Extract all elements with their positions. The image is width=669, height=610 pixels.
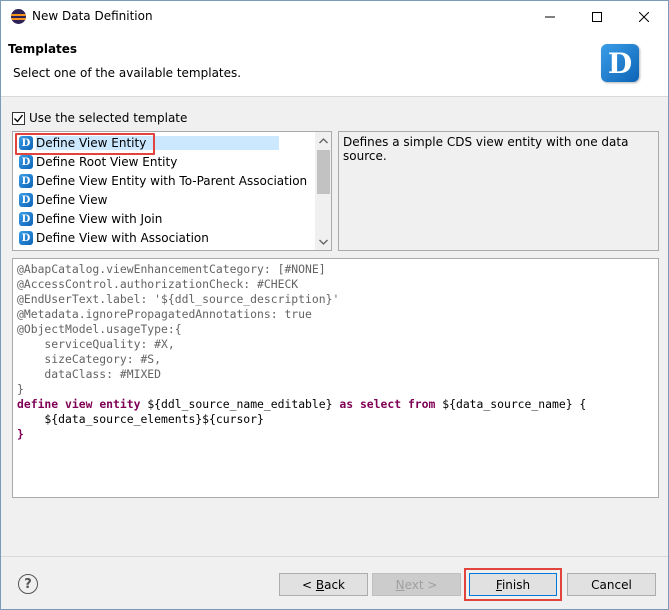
close-button[interactable] — [621, 1, 667, 32]
finish-button[interactable]: Finish — [469, 573, 557, 596]
new-data-definition-dialog: New Data Definition Templates Select one… — [0, 0, 669, 610]
preview-line: @Metadata.ignorePropagatedAnnotations: t… — [17, 307, 312, 321]
template-icon: D — [19, 193, 33, 207]
template-label: Define View Entity with To-Parent Associ… — [36, 174, 308, 188]
template-list-scrollbar[interactable] — [315, 132, 331, 250]
template-item-define-root-view-entity[interactable]: D Define Root View Entity — [19, 153, 177, 171]
use-template-checkbox[interactable] — [12, 111, 25, 125]
scroll-up-button[interactable] — [315, 132, 331, 149]
help-icon[interactable]: ? — [18, 574, 38, 594]
template-list[interactable]: D Define View Entity D Define Root View … — [12, 131, 332, 251]
preview-line: @ObjectModel.usageType:{ — [17, 322, 182, 336]
maximize-icon — [592, 11, 602, 22]
preview-line: } — [17, 427, 24, 441]
preview-line-define: define view entity ${ddl_source_name_edi… — [17, 397, 587, 411]
maximize-button[interactable] — [574, 1, 620, 32]
finish-button-label: Finish — [495, 577, 531, 592]
template-description: Defines a simple CDS view entity with on… — [338, 131, 659, 251]
template-icon: D — [19, 174, 33, 188]
cancel-button[interactable]: Cancel — [567, 573, 656, 596]
preview-line: @AbapCatalog.viewEnhancementCategory: [#… — [17, 262, 326, 276]
template-label: Define View with Join — [36, 212, 163, 226]
window-title: New Data Definition — [32, 9, 153, 23]
next-button-label: Next > — [395, 577, 438, 592]
use-template-label: Use the selected template — [29, 111, 188, 125]
eclipse-app-icon — [11, 9, 26, 24]
scroll-thumb[interactable] — [317, 150, 330, 194]
checkmark-icon — [14, 114, 24, 123]
preview-line: sizeCategory: #S, — [17, 352, 162, 366]
preview-line: dataClass: #MIXED — [17, 367, 162, 381]
scroll-down-button[interactable] — [315, 233, 331, 250]
template-label: Define View with Association — [36, 231, 209, 245]
template-label: Define View — [36, 193, 108, 207]
template-item-define-view-with-join[interactable]: D Define View with Join — [19, 210, 162, 228]
preview-line: @EndUserText.label: '${ddl_source_descri… — [17, 292, 340, 306]
template-preview: @AbapCatalog.viewEnhancementCategory: [#… — [12, 258, 659, 498]
preview-line: } — [17, 382, 24, 396]
template-item-define-view-entity[interactable]: D Define View Entity — [19, 134, 281, 152]
template-item-define-view[interactable]: D Define View — [19, 191, 107, 209]
next-button[interactable]: Next > — [372, 573, 461, 596]
preview-line: @AccessControl.authorizationCheck: #CHEC… — [17, 277, 299, 291]
preview-line: ${data_source_elements}${cursor} — [17, 412, 264, 426]
minimize-button[interactable] — [527, 1, 573, 32]
footer-separator — [1, 556, 668, 557]
template-icon: D — [19, 231, 33, 245]
back-button[interactable]: < Back — [279, 573, 368, 596]
preview-line: serviceQuality: #X, — [17, 337, 175, 351]
template-item-define-view-entity-with-to-parent-association[interactable]: D Define View Entity with To-Parent Asso… — [19, 172, 307, 190]
template-label: Define Root View Entity — [36, 155, 178, 169]
template-label: Define View Entity — [36, 136, 279, 150]
data-definition-logo-icon: D — [601, 44, 639, 82]
back-button-label: < Back — [301, 577, 345, 592]
chevron-up-icon — [319, 137, 328, 143]
template-icon: D — [19, 136, 33, 150]
use-template-option[interactable]: Use the selected template — [12, 111, 187, 125]
chevron-down-icon — [319, 239, 328, 245]
template-icon: D — [19, 155, 33, 169]
page-subtitle: Select one of the available templates. — [13, 66, 242, 80]
minimize-icon — [545, 16, 555, 17]
close-icon — [639, 11, 649, 22]
wizard-header: Templates Select one of the available te… — [1, 32, 668, 97]
template-icon: D — [19, 212, 33, 226]
template-item-define-view-with-association[interactable]: D Define View with Association — [19, 229, 209, 247]
page-title: Templates — [8, 42, 78, 56]
title-bar: New Data Definition — [1, 1, 668, 32]
